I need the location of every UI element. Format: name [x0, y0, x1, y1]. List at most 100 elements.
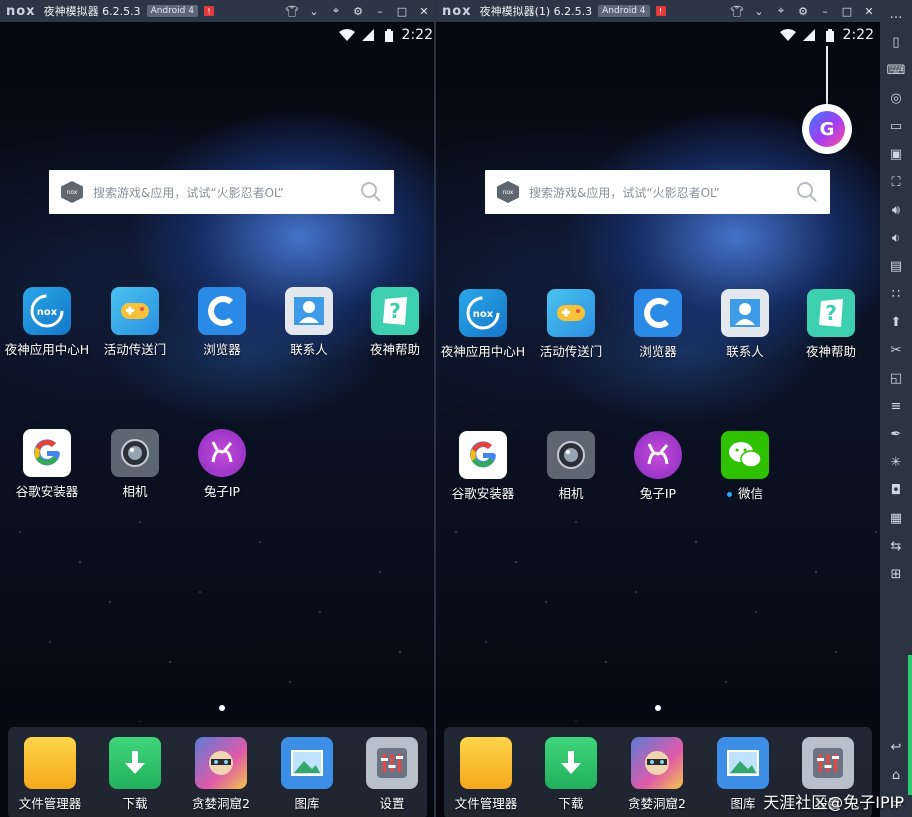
- wechat-icon: [721, 431, 769, 479]
- chevron-down-icon[interactable]: ⌄: [748, 0, 770, 22]
- app-download[interactable]: 下载: [528, 737, 614, 812]
- scissors-icon[interactable]: ✂: [880, 336, 912, 364]
- app-google-installer[interactable]: 谷歌安装器: [4, 429, 90, 500]
- app-contacts[interactable]: 联系人: [266, 287, 352, 358]
- floating-assistant-button[interactable]: G: [802, 104, 852, 154]
- app-file-manager[interactable]: 文件管理器: [443, 737, 529, 812]
- signal-icon: [801, 28, 817, 42]
- app-camera[interactable]: 相机: [92, 429, 178, 500]
- window-title: 夜神模拟器 6.2.5.3: [43, 5, 141, 18]
- svg-text:?: ?: [825, 301, 837, 325]
- volume-down-icon[interactable]: 🔉︎: [880, 224, 912, 252]
- app-label: 谷歌安装器: [451, 486, 515, 501]
- search-icon[interactable]: [792, 177, 822, 207]
- status-bar: 2:22: [779, 22, 880, 48]
- clock: 2:22: [842, 27, 874, 43]
- app-greedy-cave-2[interactable]: 贪婪洞窟2: [614, 737, 700, 812]
- gallery-icon: [717, 737, 769, 789]
- menu-icon[interactable]: ≡: [880, 392, 912, 420]
- app-nox-help[interactable]: ? 夜神帮助: [788, 289, 874, 360]
- shake-icon[interactable]: ∷: [880, 280, 912, 308]
- app-activity-portal[interactable]: 活动传送门: [92, 287, 178, 358]
- macro-icon[interactable]: ✒: [880, 420, 912, 448]
- search-icon[interactable]: [356, 177, 386, 207]
- plugin-icon[interactable]: ▦: [880, 504, 912, 532]
- app-label: 图库: [294, 796, 320, 811]
- browser-icon: [634, 289, 682, 337]
- app-google-installer[interactable]: 谷歌安装器: [440, 431, 526, 502]
- alert-badge[interactable]: !: [203, 6, 214, 16]
- wifi-icon: [338, 28, 355, 42]
- emulator-window-right: nox 夜神模拟器(1) 6.2.5.3 Android 4 ! 👕︎ ⌄ ⌖ …: [436, 0, 880, 817]
- svg-text:nox: nox: [473, 309, 494, 320]
- app-label: 贪婪洞窟2: [192, 796, 250, 811]
- maximize-icon[interactable]: □: [391, 0, 413, 22]
- app-download[interactable]: 下载: [92, 737, 178, 812]
- app-label: 文件管理器: [18, 796, 82, 811]
- search-placeholder: 搜索游戏&应用，试试“火影忍者OL”: [93, 185, 284, 200]
- chevron-down-icon[interactable]: ⌄: [303, 0, 325, 22]
- app-contacts[interactable]: 联系人: [702, 289, 788, 360]
- app-label: 夜神帮助: [369, 342, 420, 357]
- more-icon[interactable]: …: [880, 0, 912, 28]
- app-nox-app-center[interactable]: nox 夜神应用中心H: [440, 289, 526, 360]
- camera-icon: [547, 431, 595, 479]
- app-gallery[interactable]: 图库: [264, 737, 350, 812]
- game-character-icon: [631, 737, 683, 789]
- android-version-badge: Android 4: [598, 5, 650, 17]
- location-icon[interactable]: ◎: [880, 84, 912, 112]
- app-activity-portal[interactable]: 活动传送门: [528, 289, 614, 360]
- app-label: 兔子IP: [639, 486, 677, 501]
- app-file-manager[interactable]: 文件管理器: [7, 737, 93, 812]
- minimize-icon[interactable]: –: [814, 0, 836, 22]
- sync-icon[interactable]: ◱: [880, 364, 912, 392]
- app-rabbit-ip[interactable]: 兔子IP: [179, 429, 265, 500]
- shirt-icon[interactable]: 👕︎: [281, 0, 303, 22]
- game-character-icon: [195, 737, 247, 789]
- robot-icon[interactable]: ◘: [880, 476, 912, 504]
- multi-instance-icon[interactable]: ▤: [880, 252, 912, 280]
- gear-icon[interactable]: ⚙: [792, 0, 814, 22]
- app-settings[interactable]: 设置: [349, 737, 435, 812]
- record-icon[interactable]: ⊞: [880, 560, 912, 588]
- app-rabbit-ip[interactable]: 兔子IP: [615, 431, 701, 502]
- close-icon[interactable]: ✕: [858, 0, 880, 22]
- search-bar[interactable]: nox 搜索游戏&应用，试试“火影忍者OL”: [485, 170, 830, 214]
- screen-icon[interactable]: ▭: [880, 112, 912, 140]
- shirt-icon[interactable]: 👕︎: [726, 0, 748, 22]
- volume-up-icon[interactable]: 🔊︎: [880, 196, 912, 224]
- screenshot-icon[interactable]: ⬆: [880, 308, 912, 336]
- gear-icon[interactable]: ⚙: [347, 0, 369, 22]
- google-icon: [23, 429, 71, 477]
- phone-shake-icon[interactable]: ▯: [880, 28, 912, 56]
- g-logo-icon: G: [809, 111, 845, 147]
- search-placeholder: 搜索游戏&应用，试试“火影忍者OL”: [529, 185, 720, 200]
- transfer-icon[interactable]: ⇆: [880, 532, 912, 560]
- loading-icon[interactable]: ✳: [880, 448, 912, 476]
- app-label: 夜神帮助: [805, 344, 856, 359]
- nox-logo: nox: [442, 3, 472, 19]
- app-camera[interactable]: 相机: [528, 431, 614, 502]
- app-greedy-cave-2[interactable]: 贪婪洞窟2: [178, 737, 264, 812]
- app-label: 联系人: [726, 344, 764, 359]
- minimize-icon[interactable]: –: [369, 0, 391, 22]
- app-label: 谷歌安装器: [15, 484, 79, 499]
- app-label: 下载: [122, 796, 148, 811]
- app-nox-app-center[interactable]: nox 夜神应用中心H: [4, 287, 90, 358]
- alert-badge[interactable]: !: [655, 6, 666, 16]
- app-nox-help[interactable]: ? 夜神帮助: [352, 287, 435, 358]
- keyboard-icon[interactable]: ⌨: [880, 56, 912, 84]
- close-icon[interactable]: ✕: [413, 0, 435, 22]
- app-wechat[interactable]: 微信: [702, 431, 788, 502]
- pin-icon[interactable]: ⌖: [770, 0, 792, 22]
- app-browser[interactable]: 浏览器: [179, 287, 265, 358]
- maximize-icon[interactable]: □: [836, 0, 858, 22]
- titlebar: nox 夜神模拟器 6.2.5.3 Android 4 ! 👕︎ ⌄ ⌖ ⚙ –…: [0, 0, 435, 22]
- side-accent-bar: [908, 655, 912, 795]
- apk-install-icon[interactable]: ▣: [880, 140, 912, 168]
- fullscreen-icon[interactable]: ⛶: [880, 168, 912, 196]
- pin-icon[interactable]: ⌖: [325, 0, 347, 22]
- search-bar[interactable]: nox 搜索游戏&应用，试试“火影忍者OL”: [49, 170, 394, 214]
- app-browser[interactable]: 浏览器: [615, 289, 701, 360]
- svg-text:?: ?: [389, 299, 401, 323]
